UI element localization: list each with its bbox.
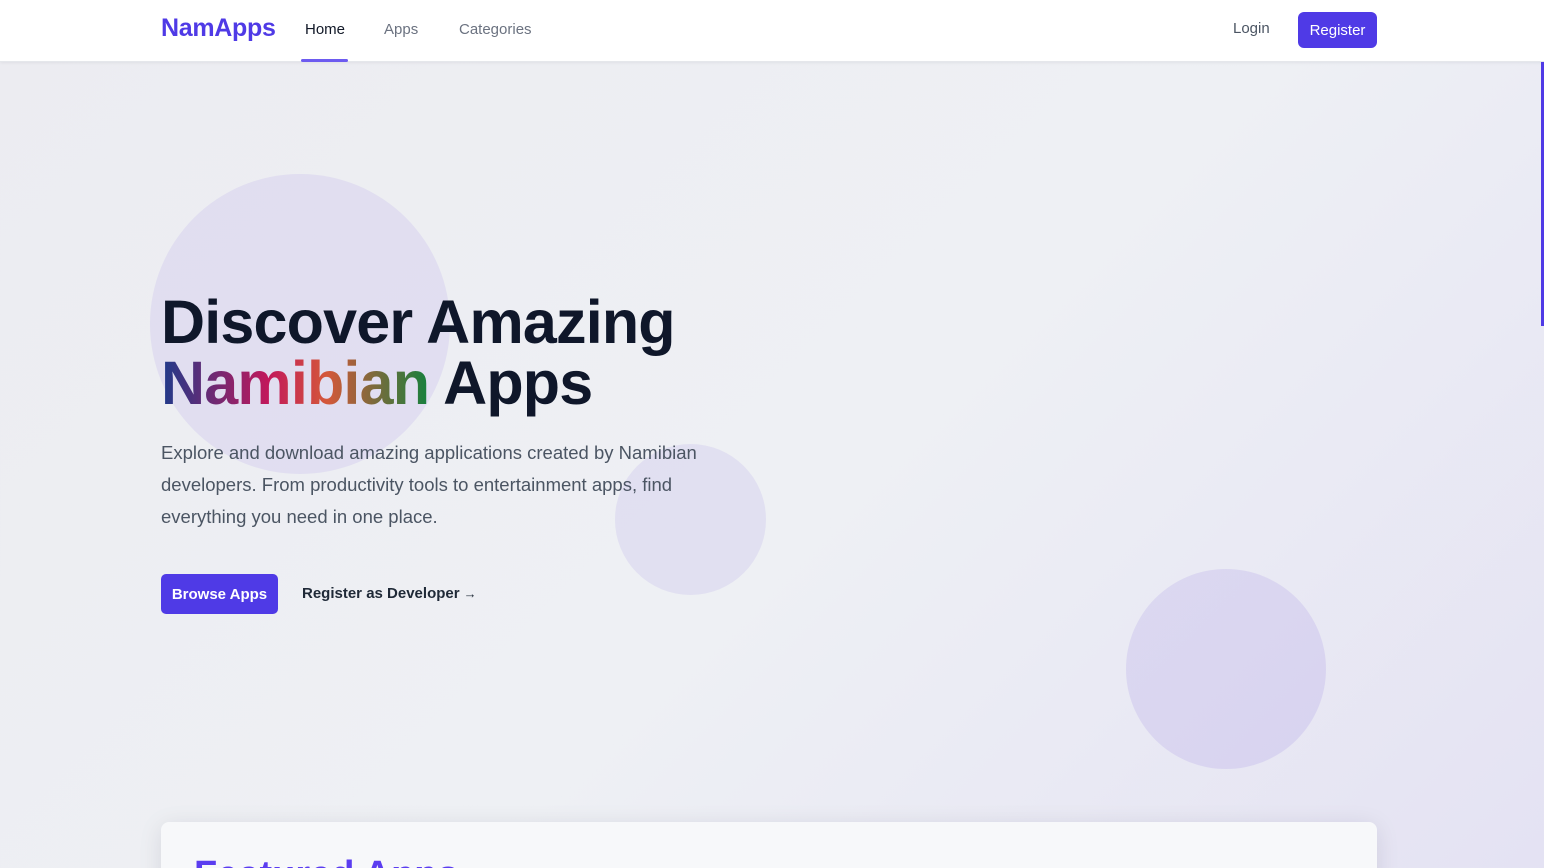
login-link[interactable]: Login bbox=[1233, 20, 1270, 37]
register-developer-label: Register as Developer bbox=[302, 585, 460, 602]
featured-apps-section: Featured Apps bbox=[161, 822, 1377, 868]
hero-title-rest: Apps bbox=[443, 349, 593, 417]
hero-title-line-2: Namibian Apps bbox=[161, 353, 675, 414]
featured-apps-title: Featured Apps bbox=[194, 854, 459, 868]
arrow-right-icon: → bbox=[463, 586, 477, 601]
browse-apps-button[interactable]: Browse Apps bbox=[161, 574, 278, 614]
decorative-circle bbox=[1126, 569, 1326, 769]
hero-title: Discover Amazing Namibian Apps bbox=[161, 288, 676, 414]
hero-title-line-1: Discover Amazing bbox=[161, 288, 676, 356]
hero-description: Explore and download amazing application… bbox=[161, 442, 697, 527]
register-button[interactable]: Register bbox=[1298, 12, 1377, 48]
logo[interactable]: NamApps bbox=[161, 14, 276, 43]
active-nav-indicator bbox=[301, 59, 348, 62]
hero-title-highlight: Namibian bbox=[161, 349, 430, 417]
register-developer-link[interactable]: Register as Developer → bbox=[302, 585, 477, 602]
nav-apps[interactable]: Apps bbox=[384, 21, 418, 38]
nav-categories[interactable]: Categories bbox=[459, 21, 532, 38]
top-navigation-bar: NamApps Home Apps Categories Login Regis… bbox=[0, 0, 1544, 62]
nav-home[interactable]: Home bbox=[305, 21, 345, 38]
